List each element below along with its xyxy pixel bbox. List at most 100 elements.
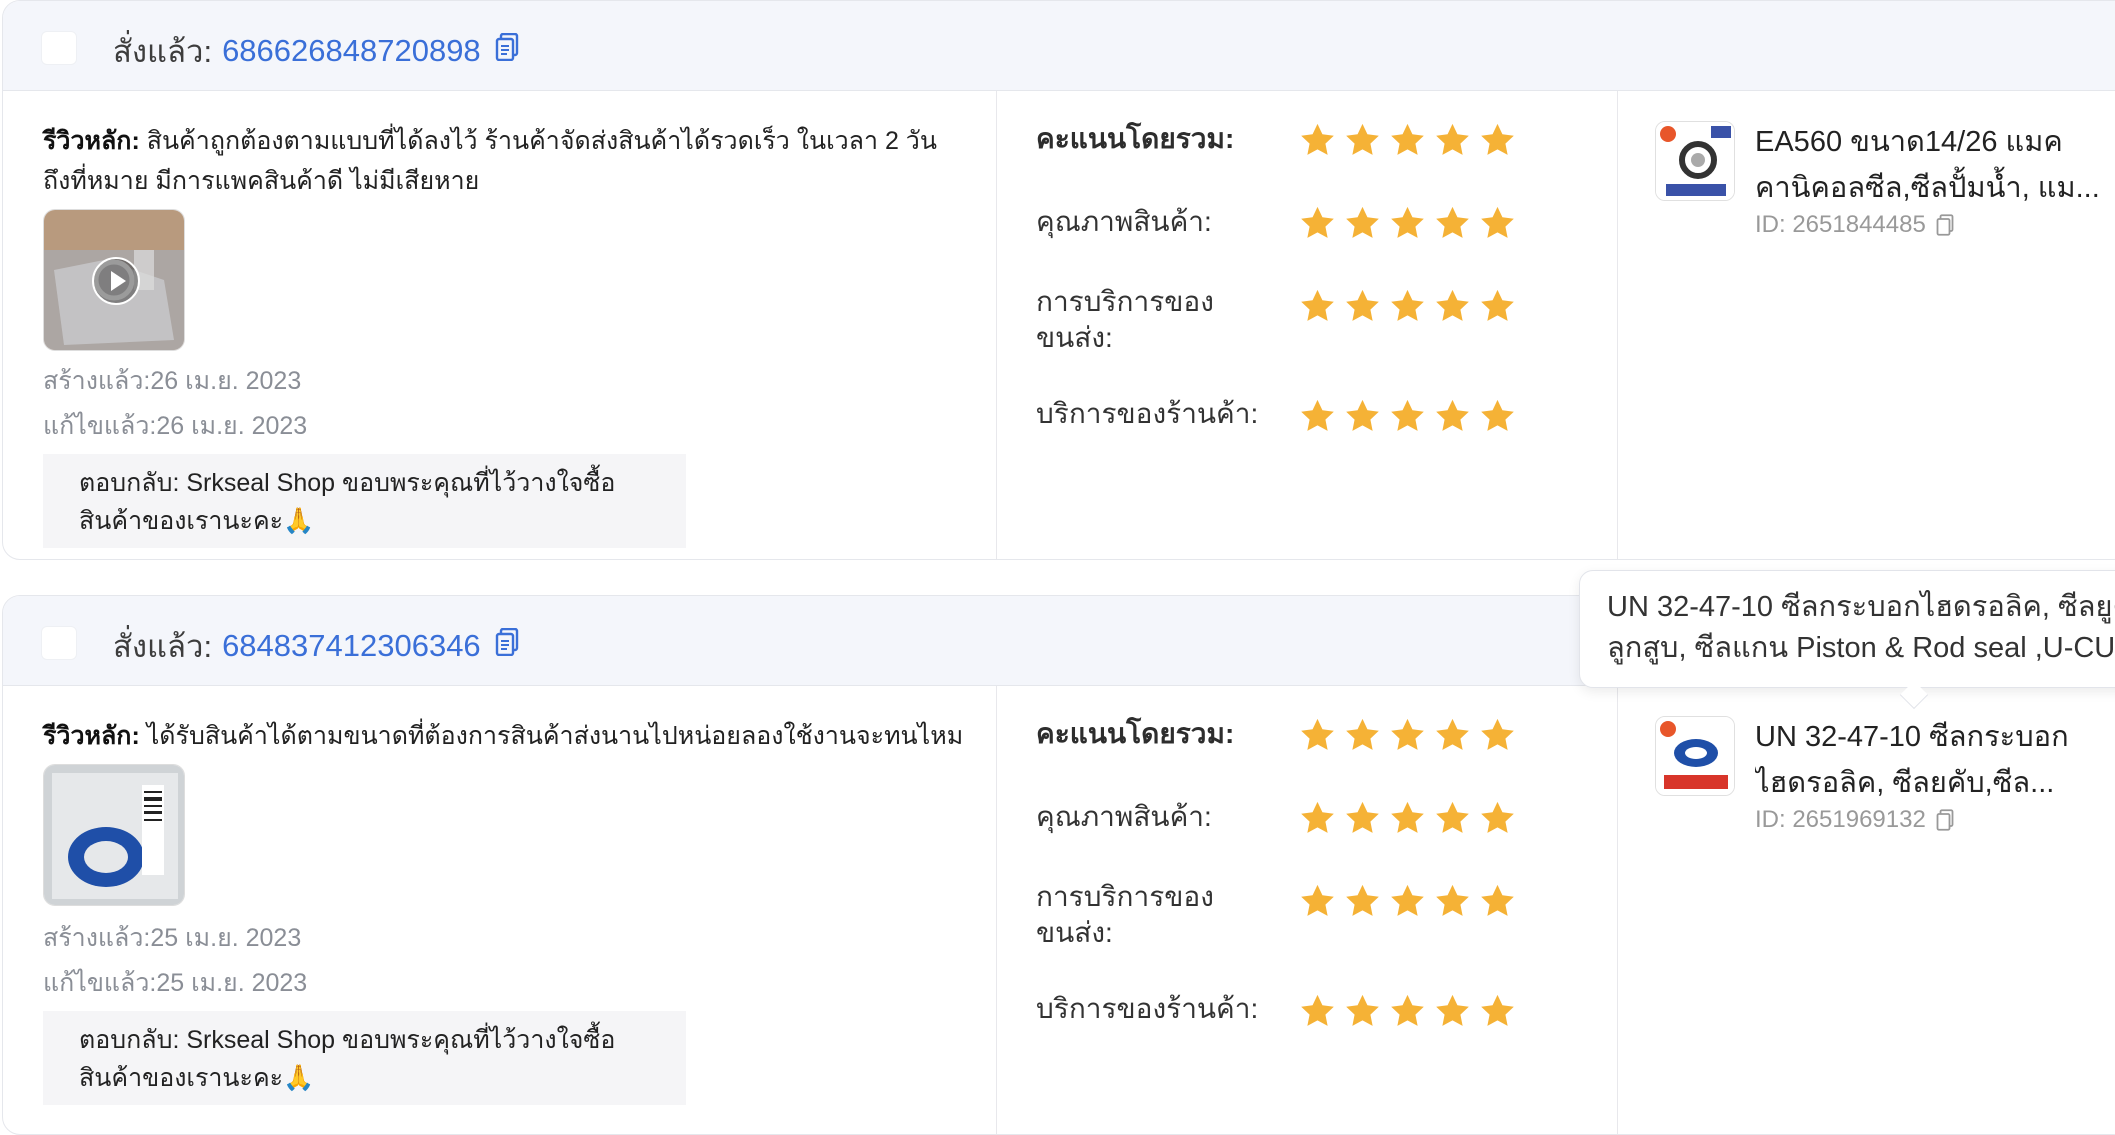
review-prefix: รีวิวหลัก: <box>43 722 140 750</box>
star-icon <box>1346 206 1379 238</box>
star-icon <box>1436 884 1469 916</box>
review-photo-thumbnail[interactable] <box>43 764 185 906</box>
product-title-tooltip: UN 32-47-10 ซีลกระบอกไฮดรอลิค, ซีลยูคับ,… <box>1579 570 2115 688</box>
product-title[interactable]: UN 32-47-10 ซีลกระบอก ไฮดรอลิค, ซีลยคับ,… <box>1755 714 2115 806</box>
quality-rating-stars <box>1298 799 1517 837</box>
seller-reply: ตอบกลับ: Srkseal Shop ขอบพระคุณที่ไว้วาง… <box>43 1011 686 1105</box>
ratings-column: คะแนนโดยรวม: คุณภาพสินค้า: การบริการของข… <box>998 91 1618 559</box>
shipping-rating-stars <box>1298 287 1517 325</box>
ordered-label: สั่งแล้ว: <box>113 629 213 664</box>
star-icon <box>1301 399 1334 431</box>
review-text: รีวิวหลัก: ได้รับสินค้าได้ตามขนาดที่ต้อง… <box>43 716 983 756</box>
select-checkbox[interactable] <box>41 626 77 660</box>
product-column: EA560 ขนาด14/26 แมค คานิคอลซีล,ซีลปั้มน้… <box>1619 91 2115 559</box>
product-image[interactable] <box>1655 121 1735 201</box>
product-id-text: ID: 2651844485 <box>1755 211 1926 238</box>
star-icon <box>1481 801 1514 833</box>
star-icon <box>1301 884 1334 916</box>
star-icon <box>1481 206 1514 238</box>
star-icon <box>1436 123 1469 155</box>
product-title-line: UN 32-47-10 ซีลกระบอก <box>1755 721 2069 753</box>
star-icon <box>1391 289 1424 321</box>
product-photo <box>44 765 184 905</box>
copy-icon[interactable] <box>1936 214 1954 236</box>
product-id-text: ID: 2651969132 <box>1755 806 1926 833</box>
order-number-link[interactable]: 684837412306346 <box>222 628 481 664</box>
product-title-line: คานิคอลซีล,ซีลปั้มน้ำ, แม... <box>1755 172 2100 204</box>
store-rating-label: บริการของร้านค้า: <box>1036 993 1259 1024</box>
created-date: สร้างแล้ว:26 เม.ย. 2023 <box>43 367 302 395</box>
product-id: ID: 2651969132 <box>1755 806 1954 834</box>
star-icon <box>1436 289 1469 321</box>
quality-rating-label: คุณภาพสินค้า: <box>1036 801 1212 832</box>
shipping-rating-stars <box>1298 882 1517 920</box>
select-checkbox[interactable] <box>41 31 77 65</box>
star-icon <box>1346 718 1379 750</box>
star-icon <box>1436 206 1469 238</box>
overall-rating-stars <box>1298 121 1517 159</box>
copy-icon[interactable] <box>495 32 519 69</box>
star-icon <box>1391 123 1424 155</box>
review-body: ได้รับสินค้าได้ตามขนาดที่ต้องการสินค้าส่… <box>139 722 964 750</box>
review-body: สินค้าถูกต้องตามแบบที่ได้ลงไว้ ร้านค้าจั… <box>43 127 937 195</box>
star-icon <box>1301 289 1334 321</box>
overall-rating-label: คะแนนโดยรวม: <box>1036 123 1235 154</box>
star-icon <box>1301 994 1334 1026</box>
star-icon <box>1391 994 1424 1026</box>
shipping-rating-label: การบริการของขนส่ง: <box>1036 286 1214 353</box>
order-header: สั่งแล้ว: 686626848720898 <box>3 1 2115 91</box>
star-icon <box>1481 399 1514 431</box>
star-icon <box>1481 289 1514 321</box>
copy-icon[interactable] <box>1936 809 1954 831</box>
overall-rating-stars <box>1298 716 1517 754</box>
star-icon <box>1346 801 1379 833</box>
star-icon <box>1436 994 1469 1026</box>
star-icon <box>1346 123 1379 155</box>
created-date: สร้างแล้ว:25 เม.ย. 2023 <box>43 924 302 952</box>
star-icon <box>1301 123 1334 155</box>
product-image[interactable] <box>1655 716 1735 796</box>
review-column: รีวิวหลัก: สินค้าถูกต้องตามแบบที่ได้ลงไว… <box>3 91 997 559</box>
star-icon <box>1391 399 1424 431</box>
review-prefix: รีวิวหลัก: <box>43 127 140 155</box>
ordered-label: สั่งแล้ว: <box>113 34 213 69</box>
store-rating-stars <box>1298 397 1517 435</box>
quality-rating-stars <box>1298 204 1517 242</box>
order-number-link[interactable]: 686626848720898 <box>222 33 481 69</box>
tooltip-line: ลูกสูบ, ซีลแกน Piston & Rod seal ,U-CUP <box>1607 632 2115 664</box>
order-info: สั่งแล้ว: 684837412306346 <box>113 621 519 671</box>
overall-rating-label: คะแนนโดยรวม: <box>1036 718 1235 749</box>
star-icon <box>1391 884 1424 916</box>
review-card: สั่งแล้ว: 686626848720898 รีวิวหลัก: สิน… <box>2 0 2115 560</box>
star-icon <box>1346 289 1379 321</box>
review-text: รีวิวหลัก: สินค้าถูกต้องตามแบบที่ได้ลงไว… <box>43 121 983 201</box>
product-title[interactable]: EA560 ขนาด14/26 แมค คานิคอลซีล,ซีลปั้มน้… <box>1755 119 2115 211</box>
product-title-line: ไฮดรอลิค, ซีลยคับ,ซีล... <box>1755 767 2055 799</box>
tooltip-line: UN 32-47-10 ซีลกระบอกไฮดรอลิค, ซีลยูคับ,… <box>1607 591 2115 623</box>
play-video-icon[interactable] <box>91 256 141 306</box>
star-icon <box>1391 206 1424 238</box>
quality-rating-label: คุณภาพสินค้า: <box>1036 206 1212 237</box>
star-icon <box>1436 718 1469 750</box>
product-column: UN 32-47-10 ซีลกระบอก ไฮดรอลิค, ซีลยคับ,… <box>1619 686 2115 1134</box>
copy-icon[interactable] <box>495 627 519 664</box>
star-icon <box>1481 123 1514 155</box>
star-icon <box>1346 399 1379 431</box>
star-icon <box>1481 884 1514 916</box>
store-rating-stars <box>1298 992 1517 1030</box>
star-icon <box>1346 884 1379 916</box>
ratings-column: คะแนนโดยรวม: คุณภาพสินค้า: การบริการของข… <box>998 686 1618 1134</box>
product-title-line: EA560 ขนาด14/26 แมค <box>1755 126 2063 158</box>
star-icon <box>1436 801 1469 833</box>
review-video-thumbnail[interactable] <box>43 209 185 351</box>
shipping-rating-label: การบริการของขนส่ง: <box>1036 881 1214 948</box>
star-icon <box>1346 994 1379 1026</box>
product-id: ID: 2651844485 <box>1755 211 1954 239</box>
star-icon <box>1391 801 1424 833</box>
edited-date: แก้ไขแล้ว:25 เม.ย. 2023 <box>43 969 308 997</box>
review-column: รีวิวหลัก: ได้รับสินค้าได้ตามขนาดที่ต้อง… <box>3 686 997 1134</box>
edited-date: แก้ไขแล้ว:26 เม.ย. 2023 <box>43 412 308 440</box>
store-rating-label: บริการของร้านค้า: <box>1036 398 1259 429</box>
star-icon <box>1481 994 1514 1026</box>
star-icon <box>1391 718 1424 750</box>
